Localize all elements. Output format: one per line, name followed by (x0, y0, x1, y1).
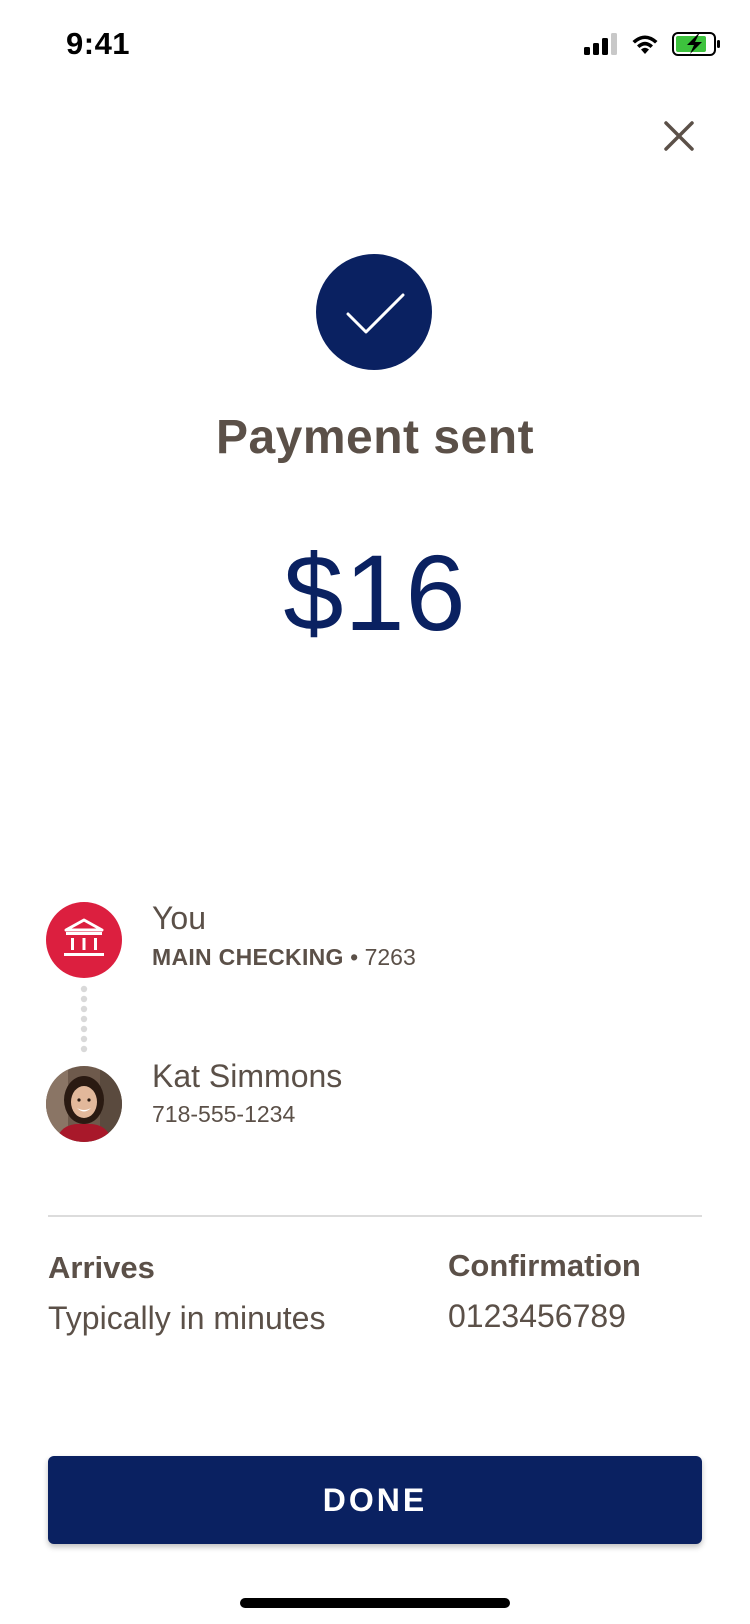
arrives-label: Arrives (48, 1250, 155, 1285)
sender-name: You (152, 900, 206, 936)
status-time: 9:41 (66, 26, 131, 61)
wifi-icon (632, 35, 658, 54)
sender-account-number: 7263 (364, 944, 416, 970)
success-check-badge (316, 254, 432, 370)
recipient-name: Kat Simmons (152, 1058, 343, 1094)
done-button[interactable]: DONE (48, 1456, 702, 1544)
checkmark-icon (346, 293, 405, 334)
status-icons (584, 32, 722, 56)
payment-amount: $16 (283, 532, 467, 653)
close-icon (664, 121, 694, 151)
recipient-avatar (46, 1066, 122, 1142)
home-indicator[interactable] (240, 1598, 510, 1608)
status-bar: 9:41 (0, 0, 750, 90)
page-title: Payment sent (215, 411, 535, 464)
details-divider (48, 1215, 702, 1217)
sender-account-label: MAIN CHECKING (152, 944, 344, 970)
battery-charging-icon (672, 32, 720, 56)
bank-avatar (46, 902, 122, 978)
transfer-connector (80, 985, 88, 1053)
bank-icon (64, 918, 104, 956)
recipient-photo (46, 1066, 122, 1142)
cellular-signal-icon (584, 33, 617, 55)
confirmation-number: 0123456789 (448, 1298, 626, 1334)
confirmation-label: Confirmation (448, 1248, 641, 1283)
sender-account: MAIN CHECKING • 7263 (152, 944, 416, 971)
arrives-value: Typically in minutes (48, 1300, 326, 1336)
recipient-phone: 718-555-1234 (152, 1101, 296, 1127)
sender-account-separator: • (350, 944, 359, 970)
close-button[interactable] (660, 117, 698, 155)
